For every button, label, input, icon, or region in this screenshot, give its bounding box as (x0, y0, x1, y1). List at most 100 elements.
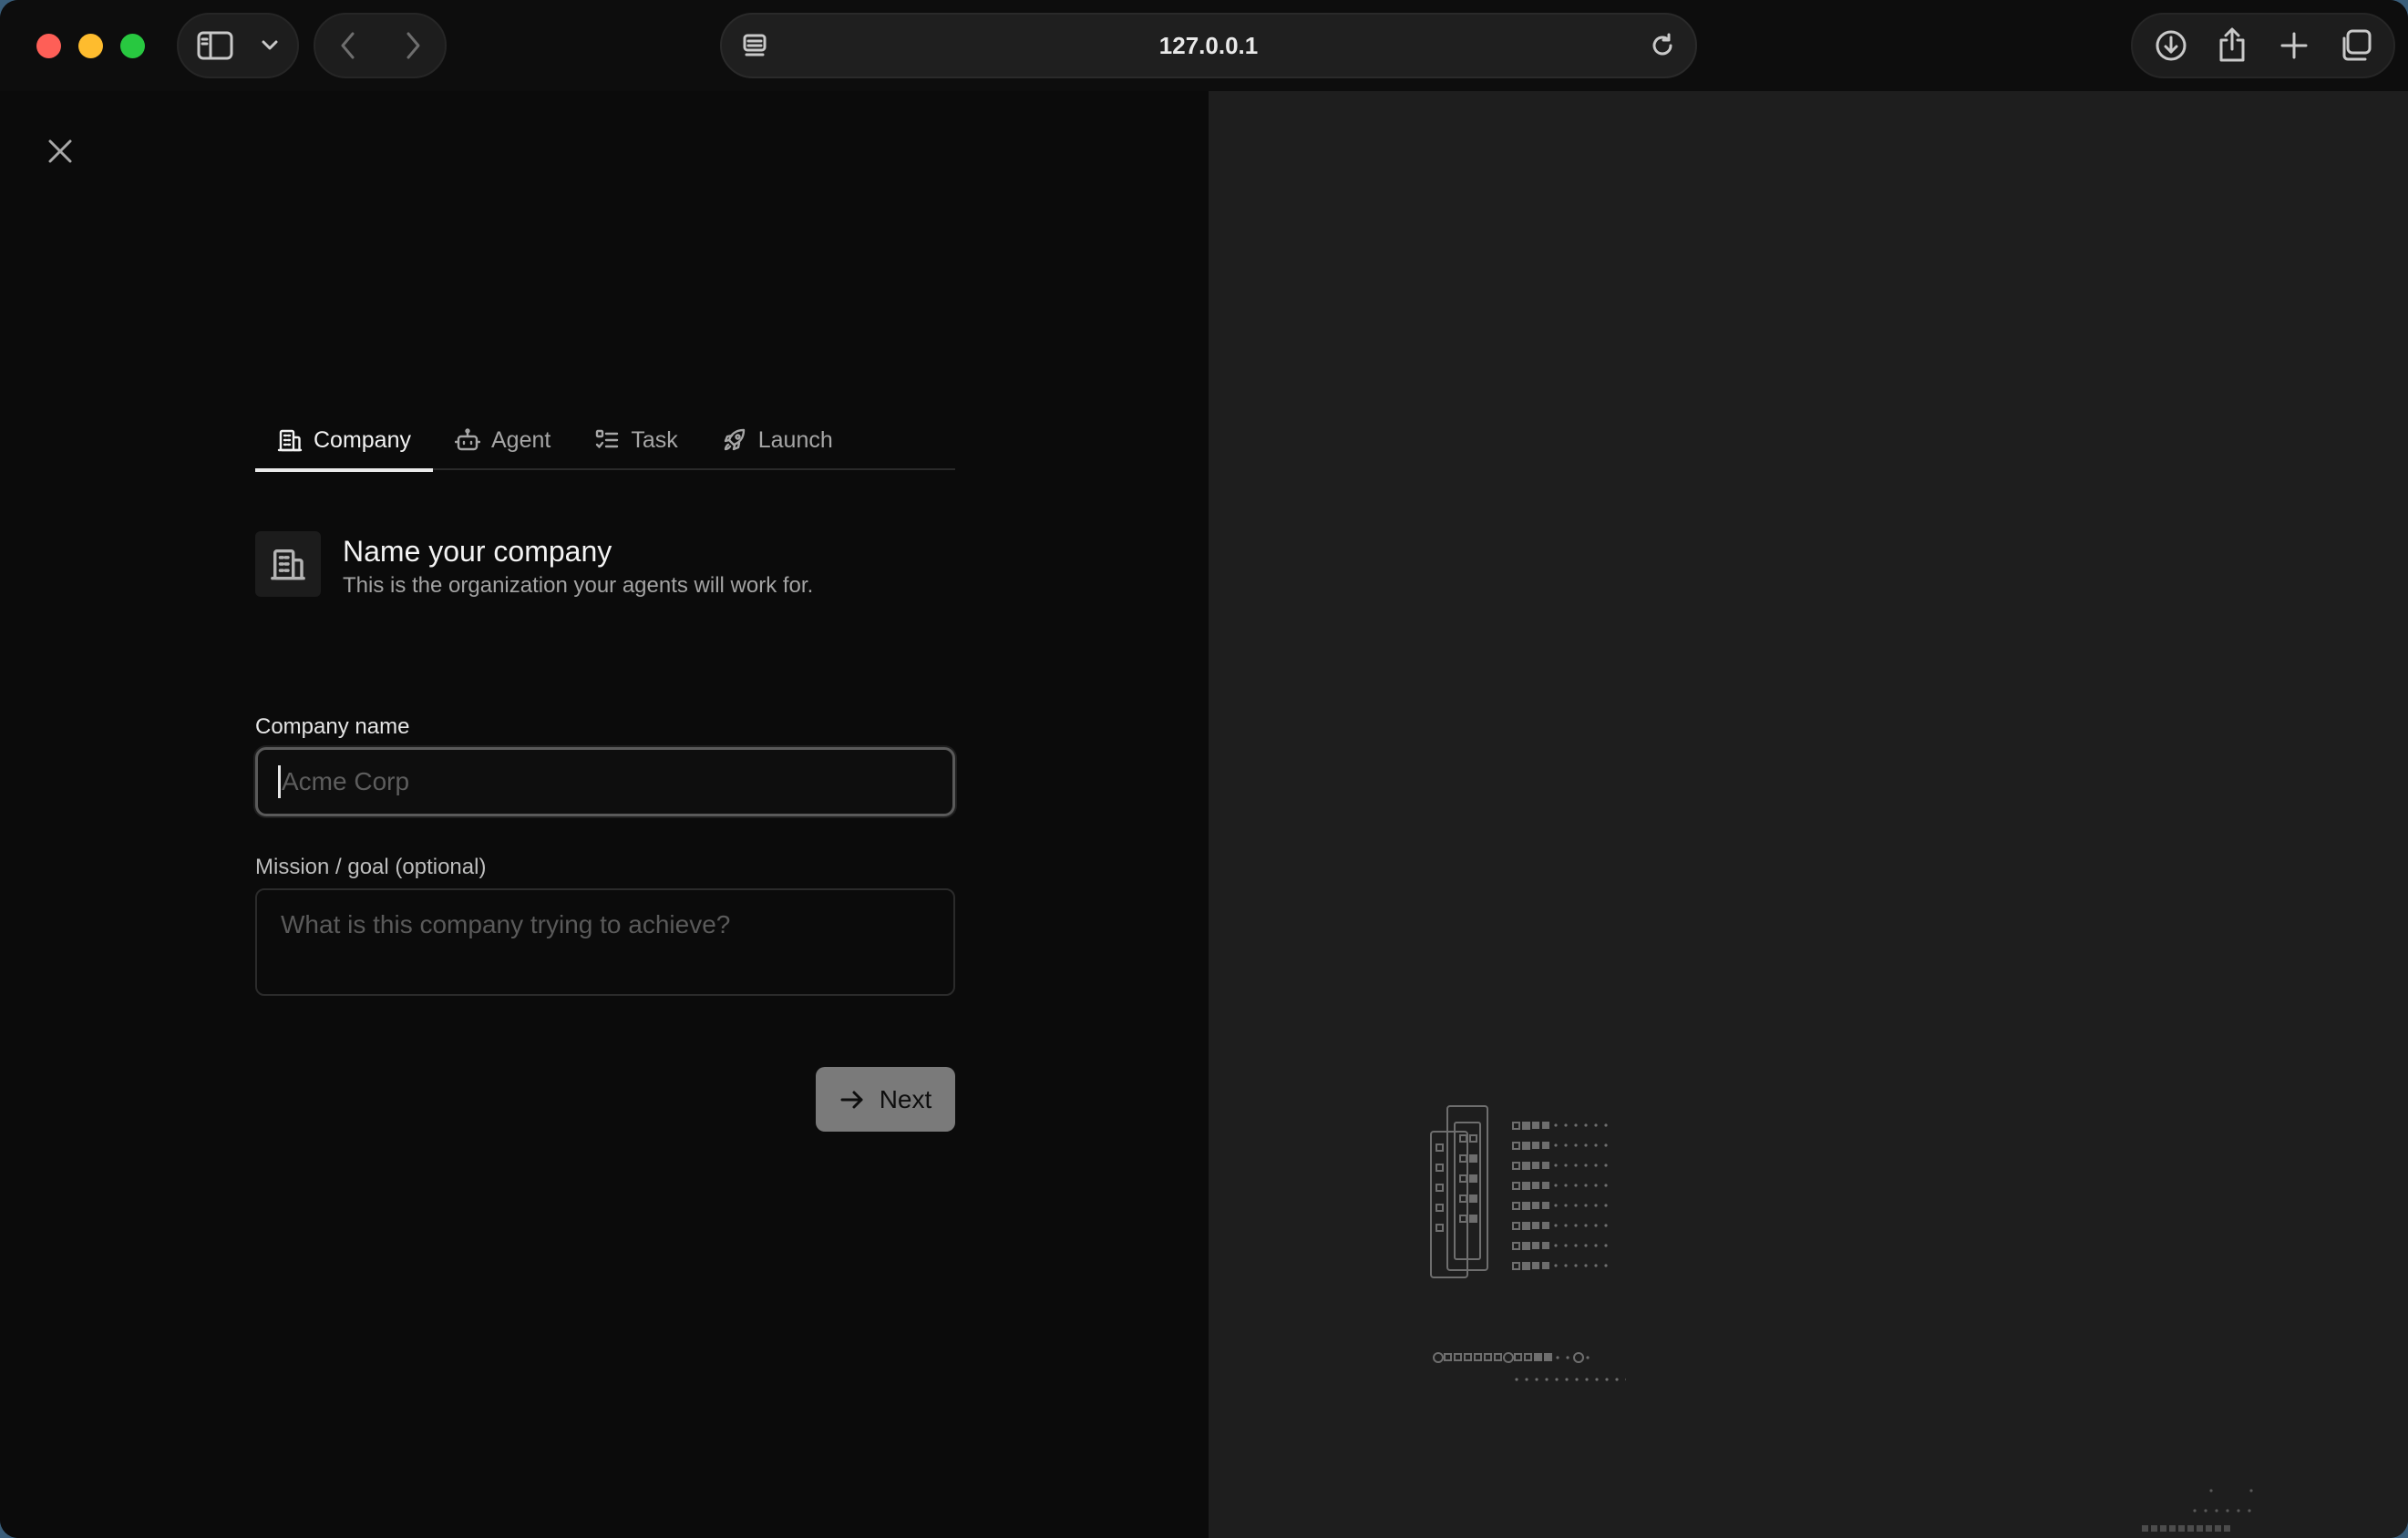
illustration-mark (1604, 1264, 1608, 1267)
corner-decoration (2140, 1483, 2286, 1538)
illustration-mark (1594, 1224, 1598, 1227)
url-text[interactable]: 127.0.0.1 (722, 15, 1695, 77)
corner-dot (2226, 1509, 2229, 1512)
corner-dot (2178, 1525, 2185, 1532)
illustration-mark (1522, 1262, 1530, 1270)
illustration-mark (1604, 1204, 1608, 1207)
close-window-button[interactable] (36, 34, 61, 58)
corner-dot (2206, 1525, 2212, 1532)
forward-button[interactable] (380, 15, 445, 77)
illustration-mark (1525, 1378, 1528, 1381)
illustration-mark (1574, 1164, 1578, 1167)
address-bar[interactable]: 127.0.0.1 (720, 13, 1697, 78)
page-subtitle: This is the organization your agents wil… (343, 573, 814, 598)
illustration-mark (1555, 1378, 1559, 1381)
illustration-mark (1545, 1378, 1549, 1381)
download-icon (2156, 30, 2187, 61)
illustration-mark (1585, 1378, 1589, 1381)
illustration-mark (1574, 1224, 1578, 1227)
illustration-mark (1584, 1224, 1588, 1227)
illustration-mark (1459, 1195, 1467, 1203)
illustration-mark (1532, 1182, 1539, 1189)
illustration-mark (1584, 1264, 1588, 1267)
illustration-mark (1594, 1164, 1598, 1167)
illustration-mark (1532, 1202, 1539, 1209)
illustration-mark (1604, 1224, 1608, 1227)
corner-dot (2160, 1525, 2166, 1532)
downloads-button[interactable] (2144, 15, 2198, 77)
illustration-mark (1574, 1204, 1578, 1207)
tab-task[interactable]: Task (572, 410, 699, 470)
corner-dot (2197, 1525, 2203, 1532)
illustration-mark (1573, 1352, 1584, 1363)
illustration-mark (1564, 1143, 1568, 1147)
illustration-mark (1459, 1154, 1467, 1163)
corner-dot (2193, 1509, 2197, 1512)
illustration-mark (1564, 1264, 1568, 1267)
tab-overview-button[interactable] (2328, 15, 2382, 77)
company-name-input[interactable] (255, 747, 955, 816)
illustration-mark (1574, 1244, 1578, 1247)
illustration-mark (1554, 1164, 1558, 1167)
sidebar-toggle-group (177, 13, 299, 78)
illustration-mark (1433, 1352, 1444, 1363)
illustration-mark (1554, 1204, 1558, 1207)
illustration-mark (1542, 1182, 1549, 1189)
share-button[interactable] (2205, 15, 2259, 77)
sidebar-menu-button[interactable] (252, 15, 288, 77)
zoom-window-button[interactable] (120, 34, 145, 58)
illustration-mark (1436, 1143, 1444, 1152)
page-title: Name your company (343, 535, 612, 568)
illustration-mark (1595, 1378, 1599, 1381)
close-icon (48, 139, 72, 163)
mission-input[interactable] (255, 888, 955, 996)
illustration-mark (1532, 1142, 1539, 1149)
robot-icon (455, 428, 480, 451)
reload-button[interactable] (1648, 31, 1677, 65)
tab-company[interactable]: Company (255, 410, 433, 472)
arrow-right-icon (840, 1091, 863, 1108)
next-button[interactable]: Next (816, 1067, 955, 1132)
illustration-mark (1574, 1123, 1578, 1127)
illustration-mark (1542, 1242, 1549, 1249)
list-check-icon (596, 429, 619, 448)
illustration-mark (1459, 1134, 1467, 1143)
back-button[interactable] (315, 15, 380, 77)
illustration-mark (1542, 1222, 1549, 1229)
tab-agent[interactable]: Agent (433, 410, 572, 470)
browser-window: 127.0.0.1 Company Agent Task Launch Name… (0, 0, 2408, 1538)
close-dialog-button[interactable] (42, 133, 78, 169)
tab-launch-label: Launch (757, 426, 833, 453)
tab-overview-icon (2342, 29, 2372, 61)
illustration-mark (1542, 1162, 1549, 1169)
illustration-mark (1594, 1244, 1598, 1247)
illustration-mark (1469, 1174, 1477, 1183)
illustration-mark (1436, 1224, 1444, 1232)
corner-dot (2248, 1509, 2251, 1512)
illustration-mark (1532, 1122, 1539, 1129)
company-name-label: Company name (255, 714, 410, 739)
tab-task-label: Task (631, 426, 678, 453)
browser-toolbar: 127.0.0.1 (0, 0, 2408, 91)
illustration-mark (1556, 1356, 1559, 1359)
illustration-mark (1584, 1164, 1588, 1167)
illustration-mark (1554, 1264, 1558, 1267)
illustration-mark (1469, 1134, 1477, 1143)
illustration-mark (1534, 1353, 1542, 1361)
illustration-mark (1503, 1352, 1514, 1363)
wizard-tabs: Company Agent Task Launch (255, 410, 955, 472)
corner-dot (2142, 1525, 2148, 1532)
illustration-mark (1532, 1222, 1539, 1229)
illustration-mark (1512, 1222, 1520, 1230)
building-icon (277, 429, 303, 452)
sidebar-toggle-button[interactable] (179, 15, 252, 77)
illustration-mark (1522, 1202, 1530, 1210)
illustration-mark (1594, 1184, 1598, 1187)
minimize-window-button[interactable] (78, 34, 103, 58)
corner-dot (2249, 1489, 2253, 1492)
text-caret (278, 765, 281, 798)
illustration-mark (1532, 1262, 1539, 1269)
tab-launch[interactable]: Launch (700, 410, 855, 470)
illustration-mark (1494, 1353, 1502, 1361)
new-tab-button[interactable] (2267, 15, 2321, 77)
